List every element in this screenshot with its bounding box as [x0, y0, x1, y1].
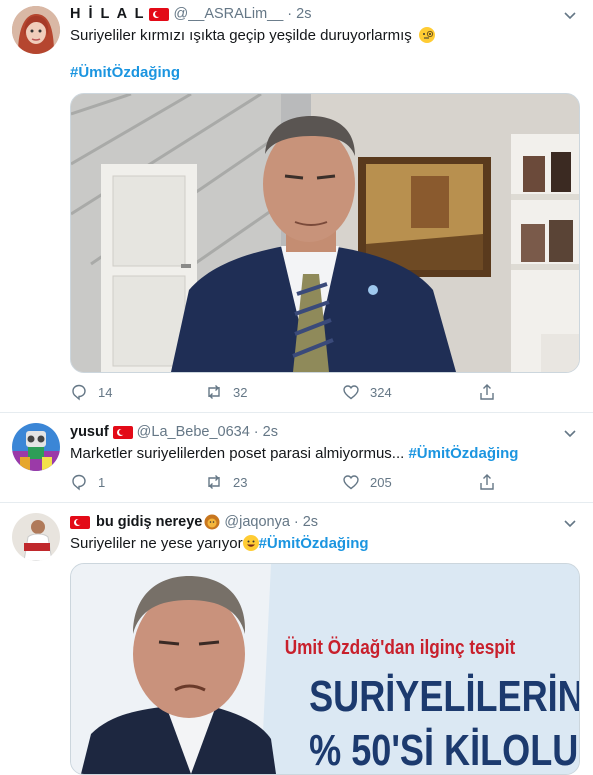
user-handle[interactable]: @jaqonya [224, 514, 290, 530]
tweet-body: Marketler suriyelilerden poset parasi al… [70, 445, 405, 462]
tweet-image[interactable]: Ümit Özdağ'dan ilginç tespit SURİYELİLER… [70, 563, 580, 775]
grinning-face-emoji-icon [242, 535, 259, 551]
tweet-header: bu gidiş nereye @jaqonya · 2s [70, 512, 318, 532]
display-name[interactable]: bu gidiş nereye [96, 514, 202, 530]
reply-count: 14 [98, 384, 113, 400]
avatar[interactable] [12, 6, 60, 54]
timestamp[interactable]: 2s [263, 424, 278, 440]
share-button[interactable] [478, 383, 506, 401]
separator-dot: · [253, 424, 259, 440]
tweet-text: Suriyeliler ne yese yarıyor #ÜmitÖzdağin… [70, 534, 369, 554]
tweet-actions: 14 32 324 [70, 383, 500, 403]
tweet-header: H İ L A L @__ASRALim__ · 2s [70, 4, 311, 24]
tweet-video[interactable] [70, 93, 580, 373]
turkish-flag-icon [70, 515, 90, 529]
timestamp[interactable]: 2s [296, 6, 311, 22]
hashtag-link[interactable]: #ÜmitÖzdağing [408, 445, 518, 462]
reply-icon [72, 474, 86, 491]
separator-dot: · [293, 514, 299, 530]
retweet-button[interactable]: 23 [205, 473, 247, 491]
turkish-flag-icon [112, 425, 133, 439]
display-name[interactable]: yusuf [70, 424, 109, 440]
user-handle[interactable]: @__ASRALim__ [173, 6, 283, 22]
tweet-1[interactable]: H İ L A L @__ASRALim__ · 2s Suriyeliler … [0, 0, 593, 413]
caret-down-icon[interactable] [561, 424, 579, 442]
image-headline: Ümit Özdağ'dan ilginç tespit [284, 637, 516, 659]
retweet-icon [208, 475, 220, 489]
like-icon [343, 385, 359, 400]
like-button[interactable]: 324 [342, 383, 392, 401]
hashtag-link[interactable]: #ÜmitÖzdağing [259, 535, 369, 552]
reply-icon [72, 384, 86, 401]
display-name[interactable]: H İ L A L [70, 6, 145, 22]
tweet-2[interactable]: yusuf @La_Bebe_0634 · 2s Marketler suriy… [0, 413, 593, 503]
tweet-text: Suriyeliler kırmızı ışıkta geçip yeşilde… [70, 26, 435, 46]
hashtag-link[interactable]: #ÜmitÖzdağing [70, 63, 180, 83]
retweet-count: 32 [233, 384, 248, 400]
retweet-icon [208, 385, 220, 399]
like-count: 205 [370, 474, 392, 490]
image-headline-big-1: SURİYELİLERİN [309, 672, 580, 721]
like-count: 324 [370, 384, 392, 400]
like-button[interactable]: 205 [342, 473, 392, 491]
tweet-actions: 1 23 205 [70, 473, 500, 493]
caret-down-icon[interactable] [561, 6, 579, 24]
retweet-count: 23 [233, 474, 248, 490]
reply-button[interactable]: 1 [70, 473, 105, 491]
tweet-3[interactable]: bu gidiş nereye @jaqonya · 2s Suriyelile… [0, 503, 593, 775]
reply-count: 1 [98, 474, 106, 490]
tweet-text: Marketler suriyelilerden poset parasi al… [70, 444, 518, 464]
share-button[interactable] [478, 473, 506, 491]
avatar[interactable] [12, 513, 60, 561]
turkish-flag-icon [149, 7, 170, 21]
separator-dot: · [287, 6, 293, 22]
tweet-header: yusuf @La_Bebe_0634 · 2s [70, 422, 278, 442]
retweet-button[interactable]: 32 [205, 383, 247, 401]
monocle-face-emoji-icon [418, 27, 435, 43]
tweet-body: Suriyeliler kırmızı ışıkta geçip yeşilde… [70, 27, 412, 44]
caret-down-icon[interactable] [561, 514, 579, 532]
image-headline-big-2: % 50'Sİ KİLOLU [309, 726, 579, 775]
like-icon [343, 475, 359, 490]
share-icon [480, 474, 494, 490]
share-icon [480, 384, 494, 400]
timestamp[interactable]: 2s [303, 514, 318, 530]
reply-button[interactable]: 14 [70, 383, 112, 401]
tweet-body: Suriyeliler ne yese yarıyor [70, 535, 243, 552]
user-handle[interactable]: @La_Bebe_0634 [137, 424, 250, 440]
avatar[interactable] [12, 423, 60, 471]
lion-emoji-icon [204, 514, 220, 530]
